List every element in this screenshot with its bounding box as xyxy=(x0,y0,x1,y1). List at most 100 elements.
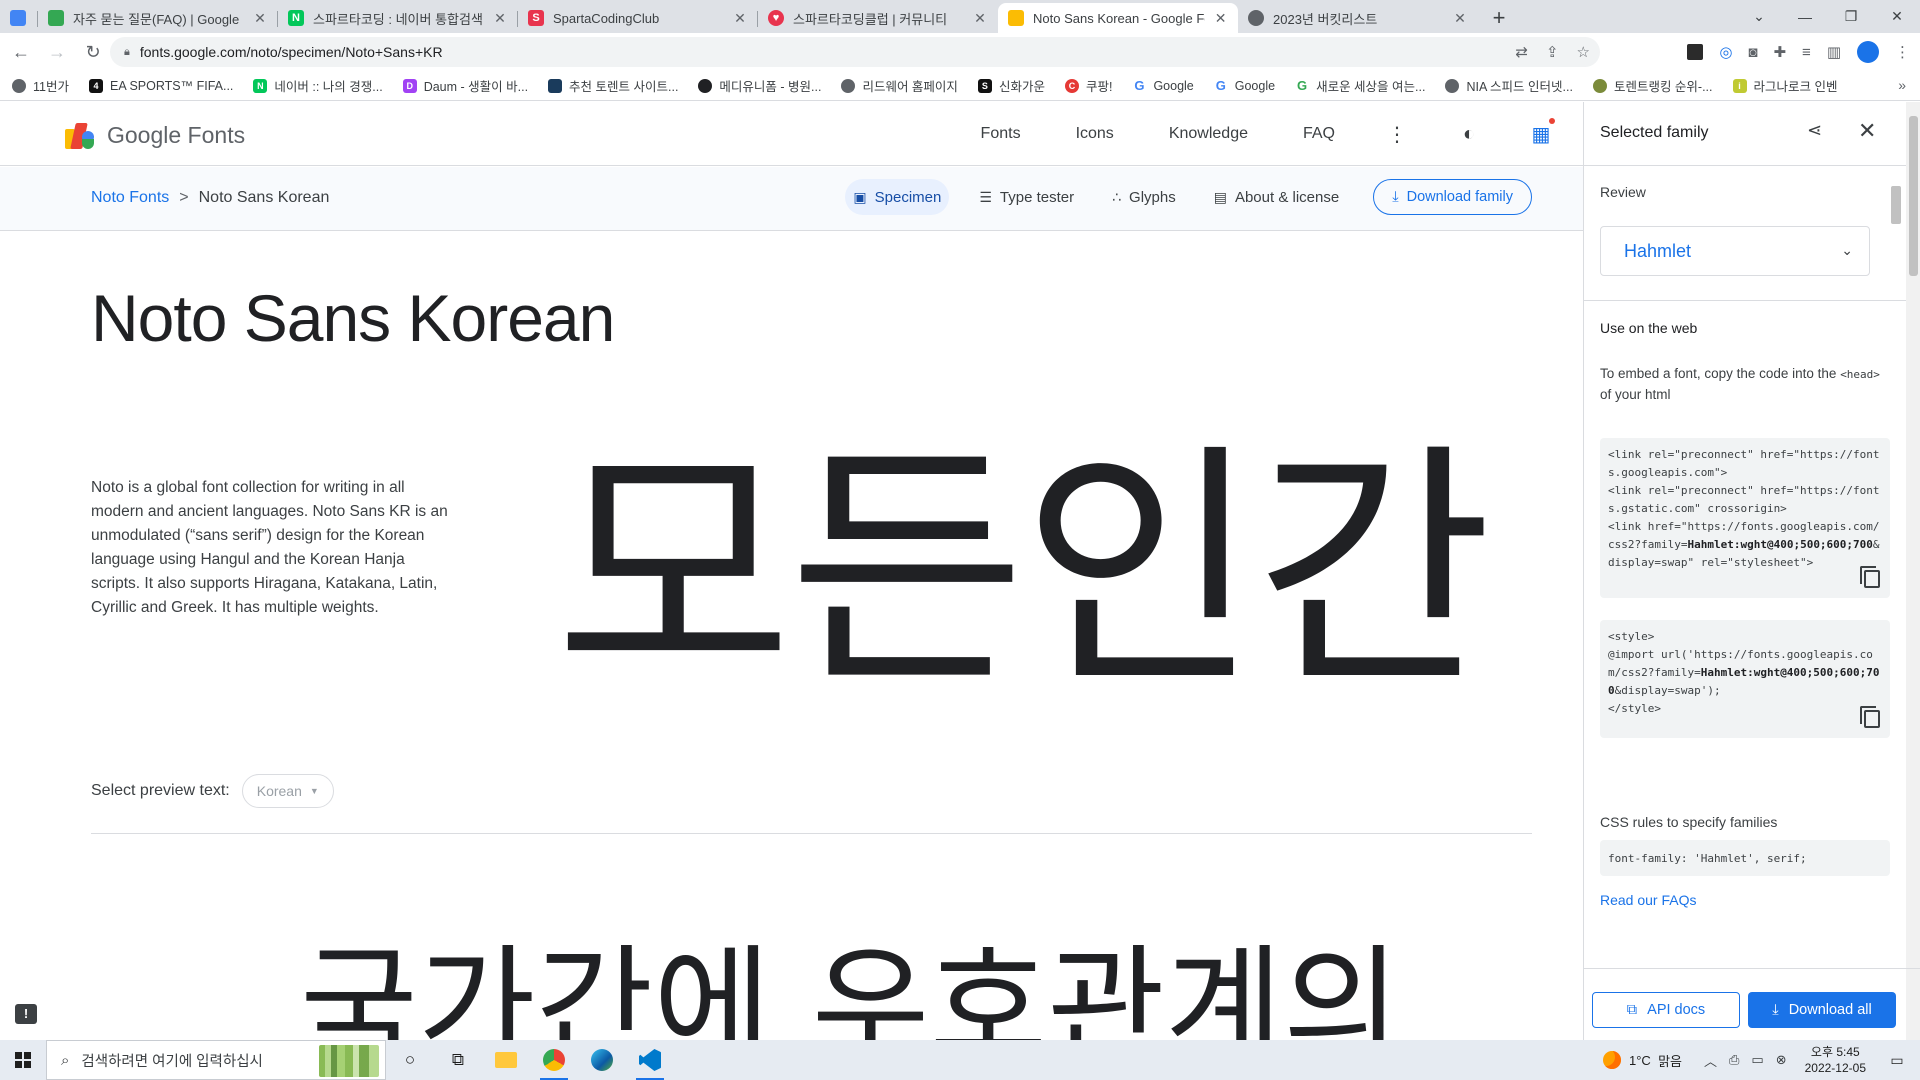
profile-avatar[interactable] xyxy=(1857,41,1879,63)
globe-icon xyxy=(841,78,856,93)
bookmark-torrent[interactable]: 추천 토렌트 사이트... xyxy=(548,76,678,95)
google-fonts-logo[interactable]: Google Fonts xyxy=(65,122,245,149)
share-icon[interactable]: ⇪ xyxy=(1546,43,1559,61)
close-icon[interactable]: ✕ xyxy=(1452,10,1468,27)
read-faqs-link[interactable]: Read our FAQs xyxy=(1600,892,1697,908)
new-tab-button[interactable]: + xyxy=(1484,3,1514,33)
tab-about-license[interactable]: ▤ About & license xyxy=(1206,179,1347,215)
theme-toggle-icon[interactable]: ◐ xyxy=(1457,123,1481,146)
import-embed-code[interactable]: <style> @import url('https://fonts.googl… xyxy=(1600,620,1890,738)
bookmark-new-world[interactable]: G 새로운 세상을 여는... xyxy=(1295,76,1425,95)
bookmark-naver[interactable]: N 네이버 :: 나의 경쟁... xyxy=(253,76,383,95)
selected-families-icon[interactable]: ▦ xyxy=(1529,117,1555,147)
panel-scrollbar[interactable] xyxy=(1906,102,1920,1040)
bookmark-medi[interactable]: 메디유니폼 - 병원... xyxy=(698,76,821,95)
copy-icon[interactable] xyxy=(1860,566,1880,588)
task-view-icon[interactable]: ⧉ xyxy=(434,1040,482,1080)
taskbar-search[interactable]: ⌕ 검색하려면 여기에 입력하십시 xyxy=(46,1040,386,1080)
browser-tab-pinned[interactable] xyxy=(0,3,38,33)
start-button[interactable] xyxy=(0,1040,46,1080)
preview-language-select[interactable]: Korean ▼ xyxy=(241,774,334,808)
close-icon[interactable]: ✕ xyxy=(732,10,748,27)
download-family-button[interactable]: ⤓ Download family xyxy=(1373,179,1532,215)
translate-icon[interactable]: ⇄ xyxy=(1515,43,1528,61)
nav-icons[interactable]: Icons xyxy=(1076,125,1114,143)
browser-tab-naver[interactable]: N 스파르타코딩 : 네이버 통합검색 ✕ xyxy=(278,3,518,33)
api-docs-button[interactable]: ⧉ API docs xyxy=(1592,992,1740,1028)
forward-icon[interactable]: → xyxy=(42,42,72,63)
tab-search-icon[interactable]: ⌄ xyxy=(1736,8,1782,25)
file-explorer-icon[interactable] xyxy=(482,1040,530,1080)
nav-faq[interactable]: FAQ xyxy=(1303,125,1335,143)
bookmark-google-1[interactable]: G Google xyxy=(1132,78,1193,93)
download-all-button[interactable]: ⤓ Download all xyxy=(1748,992,1896,1028)
scrollbar-thumb[interactable] xyxy=(1909,116,1918,276)
scrollbar-thumb[interactable] xyxy=(1891,186,1901,224)
lock-icon[interactable]: 🔒︎ xyxy=(124,46,130,59)
vscode-icon[interactable] xyxy=(626,1040,674,1080)
clock-date: 2022-12-05 xyxy=(1804,1061,1866,1075)
window-close-icon[interactable]: ✕ xyxy=(1874,8,1920,25)
bookmark-nia[interactable]: NIA 스피드 인터넷... xyxy=(1445,76,1573,95)
puzzle-icon[interactable]: ✚ xyxy=(1773,43,1786,61)
tab-glyphs[interactable]: ∴ Glyphs xyxy=(1104,179,1184,215)
more-vert-icon[interactable]: ⋮ xyxy=(1385,122,1409,147)
browser-tab-faq[interactable]: 자주 묻는 질문(FAQ) | Google ✕ xyxy=(38,3,278,33)
taskbar-clock[interactable]: 오후 5:45 2022-12-05 xyxy=(1805,1044,1866,1076)
network-icon[interactable]: ▭ xyxy=(1751,1052,1763,1068)
bookmark-11st[interactable]: 11번가 xyxy=(12,76,69,95)
close-icon[interactable]: ✕ xyxy=(492,10,508,27)
bookmark-ea[interactable]: 4 EA SPORTS™ FIFA... xyxy=(88,78,233,93)
copy-icon[interactable] xyxy=(1860,706,1880,728)
bookmark-inven[interactable]: i 라그나로크 인벤 xyxy=(1732,76,1838,95)
breadcrumb-parent-link[interactable]: Noto Fonts xyxy=(91,189,169,207)
extension-icon[interactable] xyxy=(1687,44,1704,60)
bookmarks-more-icon[interactable]: » xyxy=(1898,77,1906,93)
minimize-icon[interactable]: — xyxy=(1782,9,1828,25)
feedback-icon[interactable]: ! xyxy=(15,1004,37,1024)
close-icon[interactable]: ✕ xyxy=(252,10,268,27)
volume-muted-icon[interactable]: ⊗ xyxy=(1776,1052,1787,1068)
close-icon[interactable]: ✕ xyxy=(972,10,988,27)
restore-icon[interactable]: ❐ xyxy=(1828,8,1874,25)
browser-tab-sparta[interactable]: S SpartaCodingClub ✕ xyxy=(518,3,758,33)
camera-icon[interactable]: ◙ xyxy=(1748,44,1757,61)
link-embed-code[interactable]: <link rel="preconnect" href="https://fon… xyxy=(1600,438,1890,598)
specimen-preview: 모든인간 xyxy=(555,421,1492,721)
browser-tab-noto-active[interactable]: Noto Sans Korean - Google Fon ✕ xyxy=(998,3,1238,33)
weather-widget[interactable]: 1°C 맑음 xyxy=(1603,1051,1682,1070)
close-icon[interactable]: ✕ xyxy=(1213,10,1228,27)
bookmark-shinhwa[interactable]: S 신화가운 xyxy=(977,76,1045,95)
back-icon[interactable]: ← xyxy=(6,42,36,63)
close-icon[interactable]: ✕ xyxy=(1858,118,1876,144)
reload-icon[interactable]: ↻ xyxy=(78,42,108,63)
extension-circle-icon[interactable]: ◎ xyxy=(1719,43,1732,61)
address-bar[interactable]: 🔒︎ fonts.google.com/noto/specimen/Noto+S… xyxy=(110,37,1600,67)
bookmark-coupang[interactable]: C 쿠팡! xyxy=(1064,76,1112,95)
side-panel-icon[interactable]: ▥ xyxy=(1827,43,1841,61)
bookmark-torrent-rank[interactable]: 토렌트랭킹 순위-... xyxy=(1592,76,1713,95)
chevron-down-icon: ⌄ xyxy=(1841,242,1853,258)
review-scrollbar[interactable] xyxy=(1888,178,1902,300)
tray-overflow-icon[interactable]: ︿ xyxy=(1704,1051,1717,1070)
review-family-select[interactable]: Hahmlet ⌄ xyxy=(1600,226,1870,276)
tab-type-tester[interactable]: ☰ Type tester xyxy=(971,179,1082,215)
bookmark-google-2[interactable]: G Google xyxy=(1214,78,1275,93)
chrome-icon[interactable] xyxy=(530,1040,578,1080)
edge-icon[interactable] xyxy=(578,1040,626,1080)
cortana-icon[interactable]: ○ xyxy=(386,1040,434,1080)
share-icon[interactable]: ⋖ xyxy=(1807,120,1822,141)
input-method-icon[interactable]: ⎙ xyxy=(1729,1052,1739,1068)
bookmark-star-icon[interactable]: ☆ xyxy=(1577,43,1590,61)
nav-fonts[interactable]: Fonts xyxy=(981,125,1021,143)
browser-tab-bucketlist[interactable]: 2023년 버킷리스트 ✕ xyxy=(1238,3,1478,33)
nav-knowledge[interactable]: Knowledge xyxy=(1169,125,1248,143)
bookmark-daum[interactable]: D Daum - 생활이 바... xyxy=(402,76,528,95)
media-icon[interactable]: ≡ xyxy=(1802,44,1811,61)
menu-kebab-icon[interactable]: ⋮ xyxy=(1895,43,1910,61)
bookmark-leadware[interactable]: 리드웨어 홈페이지 xyxy=(841,76,958,95)
notification-icon[interactable]: ▭ xyxy=(1882,1052,1912,1069)
browser-tab-community[interactable]: ♥ 스파르타코딩클럽 | 커뮤니티 ✕ xyxy=(758,3,998,33)
tab-specimen[interactable]: ▣ Specimen xyxy=(845,179,950,215)
css-rule-code[interactable]: font-family: 'Hahmlet', serif; xyxy=(1600,840,1890,876)
